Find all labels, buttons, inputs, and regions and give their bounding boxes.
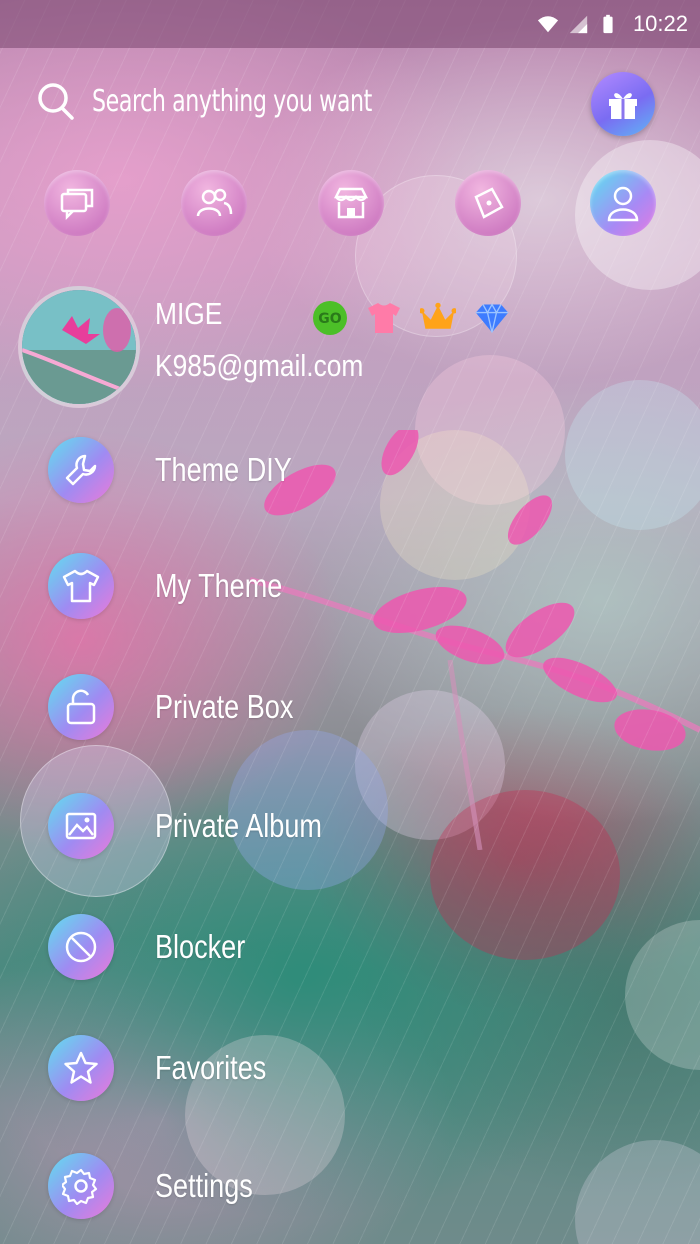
store-icon [333,187,369,219]
quick-store-button[interactable] [318,170,384,236]
profile-icon [607,186,639,222]
block-icon [48,914,114,980]
gift-icon [609,93,637,119]
quick-actions [44,170,664,236]
gear-icon [48,1153,114,1219]
profile-name[interactable]: MIGE [155,296,222,332]
quick-chat-button[interactable] [44,170,110,236]
discover-icon [474,187,504,219]
gift-button[interactable] [591,72,655,136]
menu-label: Private Box [155,688,294,725]
avatar-image [22,290,136,404]
menu-label: Blocker [155,928,246,965]
signal-icon [569,15,588,34]
menu-item-favorites[interactable]: Favorites [48,1035,291,1101]
wifi-icon [537,16,559,33]
quick-profile-button[interactable] [590,170,656,236]
quick-discover-button[interactable] [455,170,521,236]
menu-label: Settings [155,1167,253,1204]
menu-label: Private Album [155,807,322,844]
search-placeholder[interactable]: Search anything you want [92,84,372,119]
profile-email[interactable]: K985@gmail.com [155,348,363,384]
menu-label: My Theme [155,567,283,604]
menu-item-settings[interactable]: Settings [48,1153,274,1219]
image-icon [48,793,114,859]
profile-badges: GO [312,300,510,336]
shirt-badge-icon[interactable] [366,300,402,336]
diamond-badge-icon[interactable] [474,300,510,336]
contacts-icon [196,188,233,217]
status-time: 10:22 [632,11,688,36]
crown-badge-icon[interactable] [420,300,456,336]
go-badge-icon[interactable]: GO [312,300,348,336]
wrench-icon [48,437,114,503]
avatar[interactable] [18,286,140,408]
quick-contacts-button[interactable] [181,170,247,236]
menu-item-private-box[interactable]: Private Box [48,674,324,740]
search-icon[interactable] [36,81,76,121]
menu-label: Theme DIY [155,451,292,488]
menu-item-private-album[interactable]: Private Album [48,793,359,859]
menu-label: Favorites [155,1049,267,1086]
menu-item-my-theme[interactable]: My Theme [48,553,310,619]
menu-item-blocker[interactable]: Blocker [48,914,265,980]
battery-icon [603,14,613,34]
chat-icon [60,188,94,221]
menu-item-theme-diy[interactable]: Theme DIY [48,437,322,503]
svg-text:GO: GO [318,311,341,327]
unlock-icon [48,674,114,740]
tshirt-icon [48,553,114,619]
star-icon [48,1035,114,1101]
status-bar: 10:22 [0,0,700,48]
search-bar[interactable]: Search anything you want [36,76,433,126]
